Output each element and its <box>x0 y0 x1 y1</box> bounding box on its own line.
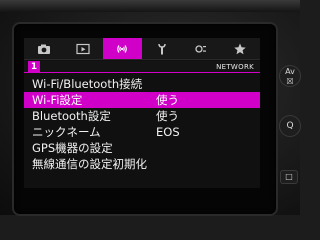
menu-item-value: 使う <box>156 109 179 123</box>
menu-item-label: 無線通信の設定初期化 <box>32 157 147 171</box>
tab-shooting[interactable] <box>24 38 63 59</box>
star-icon <box>234 43 246 54</box>
section-label: NETWORK <box>216 63 254 71</box>
menu-list: Wi-Fi/Bluetooth接続 Wi-Fi設定 使う Bluetooth設定… <box>24 76 260 172</box>
menu-item-value: 使う <box>156 93 179 107</box>
menu-item-gps-settings[interactable]: GPS機器の設定 <box>24 140 260 156</box>
menu-item-label: Wi-Fi/Bluetooth接続 <box>32 77 143 91</box>
display-button[interactable]: □ <box>280 170 298 184</box>
camera-top-edge <box>0 0 300 12</box>
tab-custom[interactable] <box>181 38 220 59</box>
lcd-screen: 1 NETWORK Wi-Fi/Bluetooth接続 Wi-Fi設定 使う B… <box>24 38 260 188</box>
menu-item-bluetooth-settings[interactable]: Bluetooth設定 使う <box>24 108 260 124</box>
page-number: 1 <box>28 61 40 73</box>
menu-tabs <box>24 38 260 60</box>
menu-item-wifi-bluetooth-connect[interactable]: Wi-Fi/Bluetooth接続 <box>24 76 260 92</box>
menu-item-label: ニックネーム <box>32 125 101 139</box>
custom-function-icon <box>195 44 206 53</box>
camera-side-buttons: Av ☒ Q □ <box>276 55 301 215</box>
play-icon <box>76 43 90 54</box>
menu-item-value: EOS <box>156 125 180 139</box>
quick-control-button[interactable]: Q <box>279 115 301 137</box>
av-label: Av <box>285 67 295 76</box>
camera-icon <box>37 44 50 54</box>
menu-subbar: 1 NETWORK <box>24 61 260 73</box>
wireless-icon <box>117 44 128 53</box>
menu-item-nickname[interactable]: ニックネーム EOS <box>24 124 260 140</box>
av-button[interactable]: Av ☒ <box>279 65 301 87</box>
menu-item-label: Bluetooth設定 <box>32 109 111 123</box>
tab-mymenu[interactable] <box>221 38 260 59</box>
tab-playback[interactable] <box>63 38 102 59</box>
wrench-icon <box>157 43 166 54</box>
tab-setup[interactable] <box>142 38 181 59</box>
menu-item-label: GPS機器の設定 <box>32 141 113 155</box>
menu-item-label: Wi-Fi設定 <box>32 93 83 107</box>
tab-wireless[interactable] <box>102 38 142 59</box>
exposure-comp-icon: ☒ <box>286 77 294 86</box>
menu-item-wifi-settings[interactable]: Wi-Fi設定 使う <box>24 92 260 108</box>
menu-item-reset-wireless[interactable]: 無線通信の設定初期化 <box>24 156 260 172</box>
